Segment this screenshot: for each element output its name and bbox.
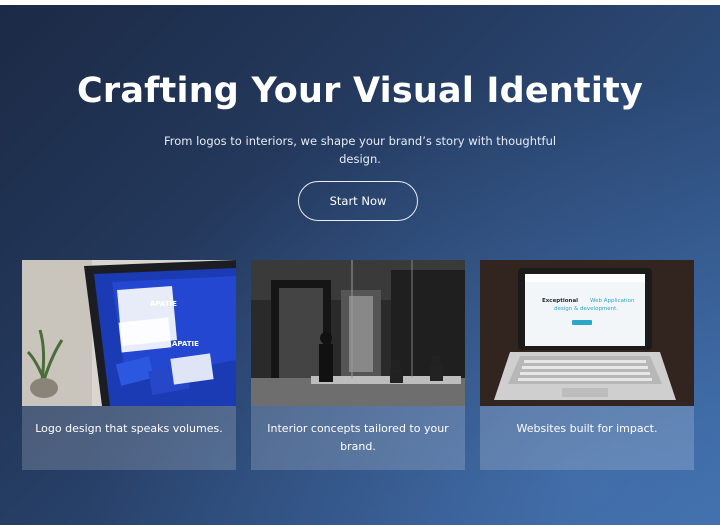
- website-heading-3: design & development.: [554, 306, 618, 312]
- start-now-button[interactable]: Start Now: [298, 181, 418, 221]
- website-heading-1: Exceptional: [542, 298, 578, 304]
- service-card-interior[interactable]: Interior concepts tailored to your brand…: [251, 260, 465, 470]
- hero-title: Crafting Your Visual Identity: [76, 71, 644, 111]
- card-caption: Websites built for impact.: [480, 406, 694, 470]
- logo-mockup-text-2: APATIE: [172, 340, 199, 348]
- logo-mockup-text: APATIE: [150, 300, 177, 308]
- website-image: Exceptional Web Application design & dev…: [480, 260, 694, 406]
- hero-subtitle: From logos to interiors, we shape your b…: [163, 134, 557, 166]
- card-caption: Interior concepts tailored to your brand…: [251, 406, 465, 470]
- service-card-websites[interactable]: Exceptional Web Application design & dev…: [480, 260, 694, 470]
- interior-image: [251, 260, 465, 406]
- logo-design-image: APATIE APATIE: [22, 260, 236, 406]
- card-caption: Logo design that speaks volumes.: [22, 406, 236, 470]
- website-heading-2: Web Application: [590, 298, 635, 304]
- service-card-logo-design[interactable]: APATIE APATIE Logo design that speaks vo…: [22, 260, 236, 470]
- hero-section: Crafting Your Visual Identity From logos…: [0, 5, 720, 525]
